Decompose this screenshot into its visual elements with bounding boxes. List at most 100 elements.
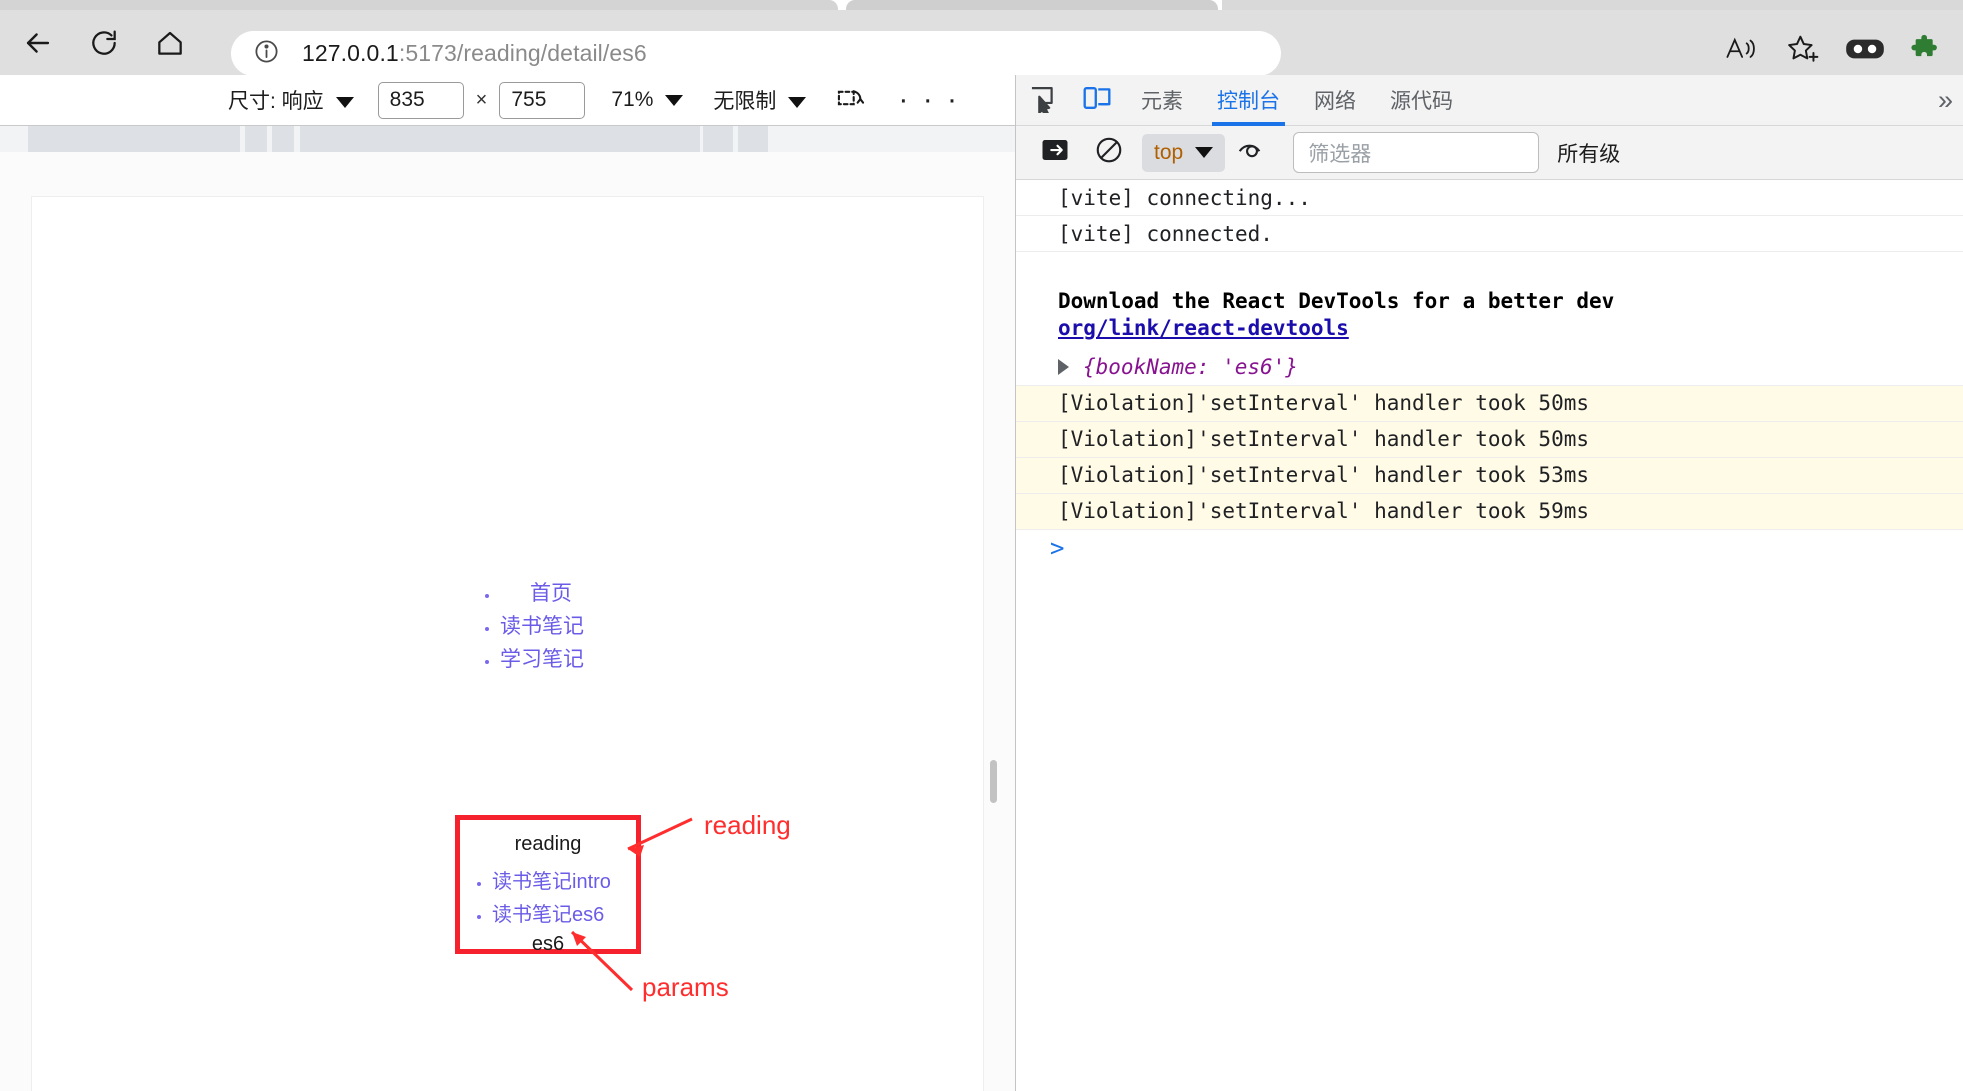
list-item: 首页 bbox=[500, 577, 584, 607]
nav-link-home[interactable]: 首页 bbox=[500, 582, 572, 605]
tab-strip bbox=[0, 0, 1963, 10]
console-message-text: [Violation]'setInterval' handler took 50… bbox=[1058, 427, 1590, 452]
browser-tab-right[interactable] bbox=[1222, 0, 1963, 10]
extensions-button[interactable] bbox=[1899, 23, 1955, 79]
tab-console[interactable]: 控制台 bbox=[1200, 75, 1297, 126]
live-expression-icon bbox=[1236, 136, 1268, 169]
more-tabs-button[interactable]: » bbox=[1938, 85, 1953, 116]
viewport-resize-handle[interactable] bbox=[990, 760, 997, 803]
console-filter-placeholder: 筛选器 bbox=[1308, 142, 1372, 166]
reading-link-intro[interactable]: 读书笔记intro bbox=[492, 871, 611, 893]
chevron-down-icon bbox=[665, 94, 684, 106]
devtools-panel: 元素 控制台 网络 源代码 » top 筛选器 所有级 [vite] conne… bbox=[1015, 75, 1963, 1091]
tab-elements[interactable]: 元素 bbox=[1124, 75, 1200, 126]
clear-console-button[interactable] bbox=[1082, 130, 1136, 176]
back-arrow-icon bbox=[21, 26, 55, 60]
console-sidebar-button[interactable] bbox=[1028, 130, 1082, 176]
home-icon bbox=[154, 27, 186, 59]
throttle-selector[interactable]: 无限制 bbox=[713, 85, 807, 115]
reload-icon bbox=[88, 27, 120, 59]
browser-tab-left[interactable] bbox=[0, 0, 838, 10]
home-button[interactable] bbox=[142, 15, 198, 71]
chevron-down-icon bbox=[788, 96, 807, 108]
collections-button[interactable] bbox=[1837, 23, 1893, 79]
screen-root: 127.0.0.1:5173/reading/detail/es6 尺寸: 响应… bbox=[0, 0, 1963, 1091]
console-message-text: [vite] connected. bbox=[1058, 221, 1273, 246]
annotation-params: params bbox=[642, 972, 729, 1002]
console-row-violation: [Violation]'setInterval' handler took 59… bbox=[1016, 493, 1963, 530]
nav-link-study[interactable]: 学习笔记 bbox=[500, 648, 584, 671]
emulated-viewport: 首页 读书笔记 学习笔记 reading 读书笔记intro 读书笔记es6 bbox=[0, 152, 1015, 1091]
console-row-spacer bbox=[1016, 252, 1963, 274]
list-item: 学习笔记 bbox=[500, 643, 584, 673]
reload-button[interactable] bbox=[76, 15, 132, 71]
devtools-tabbar: 元素 控制台 网络 源代码 » bbox=[1016, 75, 1963, 126]
console-message-text: [Violation]'setInterval' handler took 59… bbox=[1058, 499, 1590, 524]
live-expression-button[interactable] bbox=[1225, 130, 1279, 176]
tab-label: 控制台 bbox=[1217, 90, 1280, 113]
console-prompt-row[interactable]: > bbox=[1016, 530, 1963, 566]
read-aloud-button[interactable] bbox=[1713, 23, 1769, 79]
list-item: 读书笔记 bbox=[500, 610, 584, 640]
reading-sublinks: 读书笔记intro 读书笔记es6 bbox=[460, 865, 636, 927]
read-aloud-icon bbox=[1724, 34, 1758, 69]
rotate-screenshot-button[interactable] bbox=[834, 83, 866, 118]
console-row-vite-connecting: [vite] connecting... bbox=[1016, 180, 1963, 216]
reading-link-es6[interactable]: 读书笔记es6 bbox=[492, 904, 604, 926]
device-toolbar-toggle[interactable] bbox=[1070, 77, 1124, 123]
viewport-height-value: 755 bbox=[511, 88, 547, 111]
throttle-value: 无限制 bbox=[713, 90, 777, 113]
console-row-object[interactable]: {bookName: 'es6'} bbox=[1016, 350, 1963, 386]
browser-tab-active[interactable] bbox=[846, 0, 1218, 10]
inspect-element-icon bbox=[1027, 83, 1059, 118]
react-devtools-link[interactable]: org/link/react-devtools bbox=[1058, 315, 1963, 342]
console-prompt-symbol: > bbox=[1050, 533, 1065, 562]
list-item: 读书笔记es6 bbox=[492, 898, 636, 927]
favorite-button[interactable] bbox=[1775, 23, 1831, 79]
zoom-selector[interactable]: 71% bbox=[611, 88, 684, 112]
annotation-reading: reading bbox=[704, 810, 791, 840]
console-filter-input[interactable]: 筛选器 bbox=[1293, 132, 1540, 173]
back-button[interactable] bbox=[10, 15, 66, 71]
rotate-screenshot-icon bbox=[834, 83, 866, 118]
tab-label: 源代码 bbox=[1390, 90, 1453, 113]
console-message-text: [vite] connecting... bbox=[1058, 185, 1311, 210]
zoom-value: 71% bbox=[611, 88, 654, 111]
nav-link-reading[interactable]: 读书笔记 bbox=[500, 615, 584, 638]
device-more-options-button[interactable]: · · · bbox=[898, 85, 960, 115]
device-size-label: 尺寸: 响应 bbox=[228, 90, 324, 113]
inspect-element-button[interactable] bbox=[1016, 77, 1070, 123]
device-size-selector[interactable]: 尺寸: 响应 bbox=[228, 85, 354, 115]
tab-sources[interactable]: 源代码 bbox=[1373, 75, 1470, 126]
device-toolbar-icon bbox=[1081, 83, 1113, 118]
toolbar-right-icons bbox=[1713, 20, 1955, 82]
viewport-width-input[interactable]: 835 bbox=[377, 81, 464, 119]
console-toolbar: top 筛选器 所有级 bbox=[1016, 126, 1963, 180]
console-row-violation: [Violation]'setInterval' handler took 50… bbox=[1016, 385, 1963, 422]
reading-param-value: es6 bbox=[531, 933, 565, 955]
url-host: 127.0.0.1 bbox=[302, 40, 399, 66]
execution-context-value: top bbox=[1154, 140, 1184, 164]
url-path: :5173/reading/detail/es6 bbox=[398, 40, 647, 66]
viewport-height-input[interactable]: 755 bbox=[499, 81, 586, 119]
address-bar[interactable]: 127.0.0.1:5173/reading/detail/es6 bbox=[231, 31, 1281, 76]
list-item: 读书笔记intro bbox=[492, 865, 636, 894]
reading-title: reading bbox=[514, 833, 582, 855]
react-devtools-line1: Download the React DevTools for a better… bbox=[1058, 289, 1615, 313]
tab-network[interactable]: 网络 bbox=[1297, 75, 1373, 126]
main-nav-list: 首页 读书笔记 学习笔记 bbox=[472, 577, 584, 676]
dimension-separator: × bbox=[475, 88, 488, 111]
console-levels-selector[interactable]: 所有级 bbox=[1557, 138, 1620, 168]
chevron-down-icon bbox=[1195, 147, 1214, 158]
console-messages[interactable]: [vite] connecting... [vite] connected. D… bbox=[1016, 180, 1963, 1091]
page-content: 首页 读书笔记 学习笔记 reading 读书笔记intro 读书笔记es6 bbox=[32, 197, 983, 1091]
expand-triangle-icon[interactable] bbox=[1058, 359, 1069, 376]
browser-toolbar: 127.0.0.1:5173/reading/detail/es6 bbox=[0, 10, 1963, 76]
console-message-text: [Violation]'setInterval' handler took 50… bbox=[1058, 391, 1590, 416]
info-circle-icon[interactable] bbox=[253, 38, 280, 70]
console-row-violation: [Violation]'setInterval' handler took 53… bbox=[1016, 457, 1963, 494]
execution-context-selector[interactable]: top bbox=[1142, 133, 1226, 172]
console-sidebar-icon bbox=[1040, 136, 1070, 169]
tab-label: 元素 bbox=[1141, 90, 1183, 113]
tab-label: 网络 bbox=[1314, 90, 1356, 113]
